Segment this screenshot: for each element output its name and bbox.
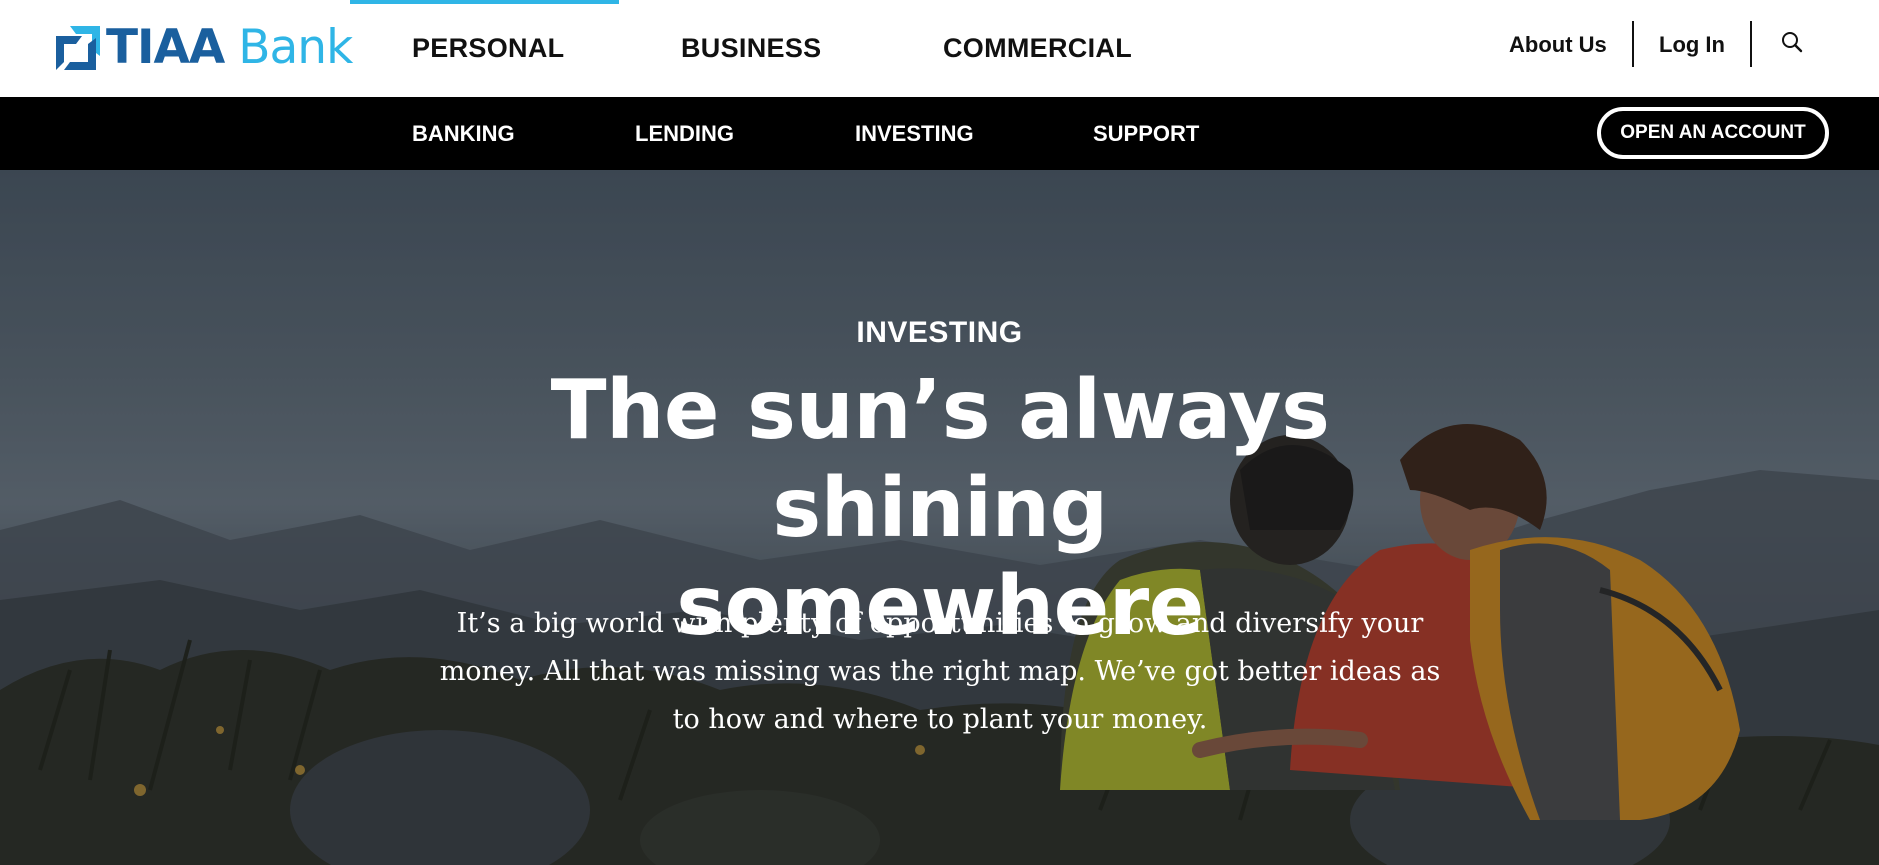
about-us-link[interactable]: About Us bbox=[1509, 0, 1607, 90]
open-an-account-button[interactable]: OPEN AN ACCOUNT bbox=[1597, 107, 1829, 159]
subnav-banking[interactable]: BANKING bbox=[412, 97, 515, 170]
top-header: TIAA Bank PERSONAL BUSINESS COMMERCIAL A… bbox=[0, 0, 1879, 97]
subnav-lending[interactable]: LENDING bbox=[635, 97, 734, 170]
secondary-nav: BANKING LENDING INVESTING SUPPORT OPEN A… bbox=[0, 97, 1879, 170]
search-icon bbox=[1781, 31, 1803, 59]
hero-eyebrow: INVESTING bbox=[856, 316, 1023, 349]
subnav-investing[interactable]: INVESTING bbox=[855, 97, 974, 170]
search-button[interactable] bbox=[1777, 0, 1807, 90]
utility-nav: About Us Log In bbox=[0, 0, 1879, 97]
utility-divider bbox=[1750, 21, 1752, 67]
log-in-link[interactable]: Log In bbox=[1659, 0, 1725, 90]
hero-body-copy: It’s a big world with plenty of opportun… bbox=[439, 608, 1441, 735]
utility-divider bbox=[1632, 21, 1634, 67]
hero-content: INVESTING The sun’s always shining somew… bbox=[0, 170, 1879, 865]
hero-headline-line1: The sun’s always shining bbox=[550, 363, 1330, 556]
subnav-support[interactable]: SUPPORT bbox=[1093, 97, 1199, 170]
hero-banner: INVESTING The sun’s always shining somew… bbox=[0, 170, 1879, 865]
